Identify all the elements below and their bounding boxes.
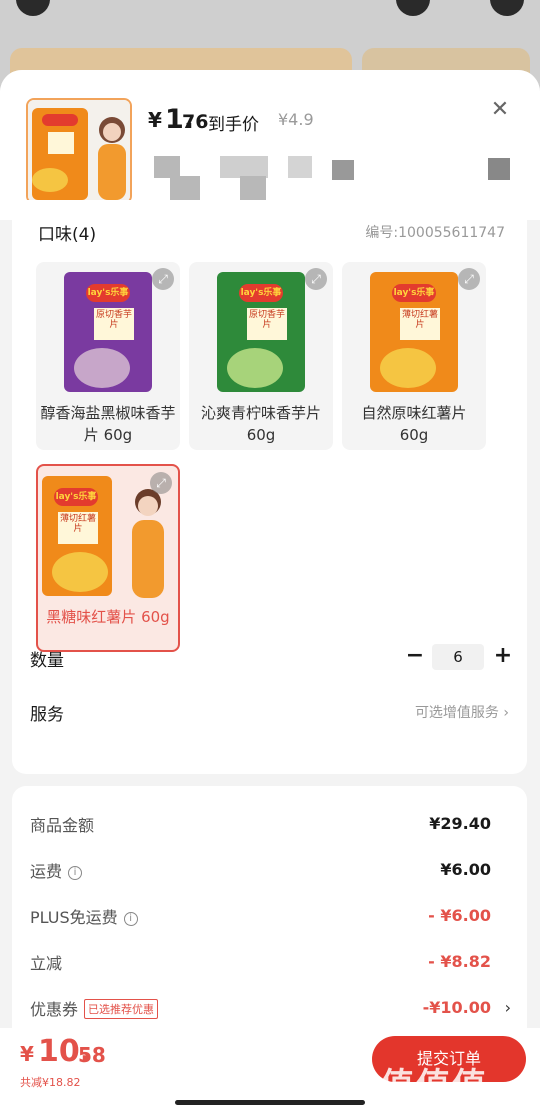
flavor-label: 黑糖味红薯片 60g	[46, 608, 170, 626]
model-illustration	[132, 489, 164, 598]
home-indicator	[175, 1100, 365, 1105]
discount-label: 立减	[30, 954, 63, 973]
chip-bag: lay's乐事 原切香芋片	[64, 272, 152, 392]
expand-icon[interactable]: ⤢	[305, 268, 327, 290]
flavor-label: 沁爽青柠味香芋片 60g	[200, 404, 321, 444]
brand-logo: lay's乐事	[54, 488, 98, 506]
options-panel: 口味(4) 编号:100055611747 lay's乐事 原切香芋片 ⤢ 醇香…	[12, 200, 527, 774]
coupon-label-text: 优惠券	[30, 1000, 79, 1019]
flavor-label: 自然原味红薯片 60g	[361, 404, 467, 444]
price-label: 到手价	[208, 115, 259, 135]
brand-logo: lay's乐事	[239, 284, 283, 302]
blurred-text	[488, 158, 510, 180]
chip-bag: lay's乐事 薄切红薯片	[370, 272, 458, 392]
product-thumbnail	[26, 98, 132, 204]
flavor-option[interactable]: lay's乐事 原切香芋片 ⤢ 醇香海盐黑椒味香芋片 60g	[36, 262, 180, 450]
blurred-text	[154, 156, 180, 178]
chips-illustration	[380, 348, 436, 388]
chips-illustration	[52, 552, 108, 592]
info-icon[interactable]: i	[123, 912, 138, 926]
coupon-label[interactable]: 优惠券 已选推荐优惠	[30, 996, 159, 1020]
quantity-input[interactable]: 6	[432, 644, 484, 670]
expand-icon[interactable]: ⤢	[152, 268, 174, 290]
coupon-value: -¥10.00	[422, 998, 491, 1017]
chips-illustration	[227, 348, 283, 388]
brand-logo: lay's乐事	[86, 284, 130, 302]
flavor-option-selected[interactable]: lay's乐事 薄切红薯片 ⤢ 黑糖味红薯片 60g	[36, 464, 180, 652]
expand-icon[interactable]: ⤢	[458, 268, 480, 290]
plus-shipping-value: - ¥6.00	[428, 906, 491, 925]
total-saved: 共减¥18.82	[20, 1076, 81, 1089]
shipping-value: ¥6.00	[440, 860, 491, 879]
sku-selector-sheet: ¥ 1. 76 到手价 ¥4.9 ✕ 口味(4) 编号:100055611747…	[0, 70, 540, 1114]
flavor-title: 口味(4)	[38, 225, 97, 245]
bag-text: 薄切红薯片	[58, 512, 98, 544]
chevron-right-icon[interactable]: ›	[505, 998, 511, 1017]
blurred-text	[220, 156, 268, 178]
total-currency: ¥	[20, 1042, 34, 1066]
plus-shipping-label-text: PLUS免运费	[30, 908, 118, 927]
subtotal-value: ¥29.40	[429, 814, 491, 833]
watermark: 值值值 zhizhizhi.com	[380, 1058, 530, 1110]
original-price: ¥4.9	[278, 110, 314, 129]
bag-text: 原切香芋片	[94, 308, 134, 340]
flavor-option[interactable]: lay's乐事 原切香芋片 ⤢ 沁爽青柠味香芋片 60g	[189, 262, 333, 450]
bag-text: 原切香芋片	[247, 308, 287, 340]
price-decimal: 76	[182, 111, 209, 133]
checkout-bar: ¥ 10. 58 共减¥18.82 提交订单 值值值 zhizhizhi.com	[0, 1028, 540, 1114]
price-currency: ¥	[148, 108, 162, 132]
service-link[interactable]: 可选增值服务 ›	[415, 702, 509, 722]
shipping-label: 运费 i	[30, 858, 83, 882]
info-icon[interactable]: i	[68, 866, 83, 880]
shipping-label-text: 运费	[30, 862, 63, 881]
service-label: 服务	[30, 705, 64, 725]
increase-button[interactable]: +	[490, 642, 516, 670]
close-icon[interactable]: ✕	[486, 96, 514, 124]
plus-shipping-label: PLUS免运费 i	[30, 904, 138, 928]
chips-illustration	[74, 348, 130, 388]
flavor-label: 醇香海盐黑椒味香芋片 60g	[40, 404, 176, 444]
brand-logo: lay's乐事	[392, 284, 436, 302]
blurred-text	[288, 156, 312, 178]
sku-number: 编号:100055611747	[365, 225, 505, 241]
coupon-tag: 已选推荐优惠	[84, 999, 159, 1019]
subtotal-label: 商品金额	[30, 816, 95, 835]
product-header: ¥ 1. 76 到手价 ¥4.9 ✕	[0, 70, 540, 220]
expand-icon[interactable]: ⤢	[150, 472, 172, 494]
decrease-button[interactable]: −	[402, 642, 428, 670]
blurred-text	[332, 160, 354, 180]
total-decimal: 58	[78, 1043, 106, 1067]
bag-text: 薄切红薯片	[400, 308, 440, 340]
quantity-label: 数量	[30, 651, 64, 671]
blurred-text	[240, 176, 266, 200]
flavor-option[interactable]: lay's乐事 薄切红薯片 ⤢ 自然原味红薯片 60g	[342, 262, 486, 450]
watermark-url: zhizhizhi.com	[380, 1096, 462, 1110]
blurred-text	[170, 176, 200, 200]
chip-bag: lay's乐事 原切香芋片	[217, 272, 305, 392]
discount-value: - ¥8.82	[428, 952, 491, 971]
chip-bag: lay's乐事 薄切红薯片	[42, 476, 112, 596]
